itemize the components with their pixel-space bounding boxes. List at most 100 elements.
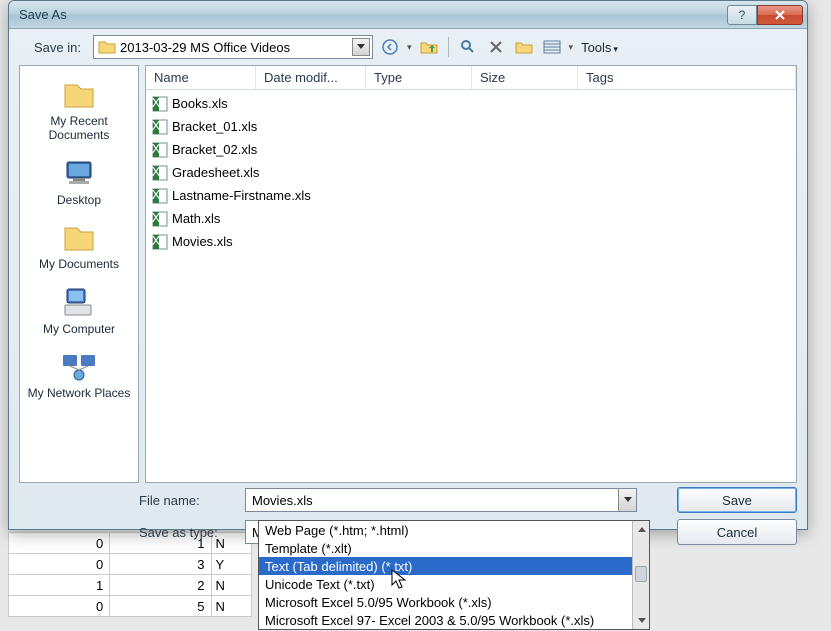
place-my-network-places[interactable]: My Network Places xyxy=(20,344,138,404)
tools-menu[interactable]: Tools▾ xyxy=(579,40,620,55)
cell[interactable]: Y xyxy=(211,554,252,575)
cancel-button[interactable]: Cancel xyxy=(677,519,797,545)
place-my-computer[interactable]: My Computer xyxy=(20,280,138,340)
column-headers: Name Date modif... Type Size Tags xyxy=(146,66,796,90)
column-type[interactable]: Type xyxy=(366,66,472,89)
column-date[interactable]: Date modif... xyxy=(256,66,366,89)
file-row[interactable]: X Bracket_01.xls xyxy=(146,115,796,138)
place-icon xyxy=(59,155,99,191)
scroll-up-button[interactable] xyxy=(633,521,650,538)
scrollbar-thumb[interactable] xyxy=(635,566,647,582)
chevron-down-icon xyxy=(357,44,365,50)
xls-file-icon: X xyxy=(152,211,168,227)
place-icon xyxy=(59,76,99,112)
close-icon xyxy=(774,9,786,21)
folder-icon xyxy=(98,39,116,55)
place-icon xyxy=(59,219,99,255)
listbox-scrollbar[interactable] xyxy=(632,521,649,629)
type-option[interactable]: Text (Tab delimited) (*.txt) xyxy=(259,557,649,575)
type-option[interactable]: Unicode Text (*.txt) xyxy=(259,575,649,593)
toolbar: Save in: 2013-03-29 MS Office Videos ▾ xyxy=(9,29,807,65)
delete-button[interactable] xyxy=(485,36,507,58)
file-row[interactable]: X Books.xls xyxy=(146,92,796,115)
xls-file-icon: X xyxy=(152,119,168,135)
places-sidebar: My Recent Documents Desktop My Documents My… xyxy=(19,65,139,483)
back-button[interactable] xyxy=(379,36,401,58)
file-row[interactable]: X Movies.xls xyxy=(146,230,796,253)
file-name: Lastname-Firstname.xls xyxy=(172,188,311,203)
file-row[interactable]: XMath.xls xyxy=(146,207,796,230)
file-name: Movies.xls xyxy=(172,234,233,249)
svg-text:X: X xyxy=(152,165,161,179)
place-my-documents[interactable]: My Documents xyxy=(20,215,138,275)
column-tags[interactable]: Tags xyxy=(578,66,796,89)
filename-input[interactable] xyxy=(245,488,637,512)
place-icon xyxy=(59,348,99,384)
xls-file-icon: X xyxy=(152,165,168,181)
back-icon xyxy=(382,39,398,55)
new-folder-icon xyxy=(515,39,533,55)
place-desktop[interactable]: Desktop xyxy=(20,151,138,211)
file-name: Bracket_01.xls xyxy=(172,119,257,134)
place-my-recent-documents[interactable]: My Recent Documents xyxy=(20,72,138,147)
folder-dropdown-button[interactable] xyxy=(352,38,370,56)
cell[interactable]: 1 xyxy=(9,575,110,596)
place-label: My Computer xyxy=(22,322,136,336)
svg-text:X: X xyxy=(152,188,161,202)
delete-icon xyxy=(489,40,503,54)
svg-text:X: X xyxy=(152,119,161,133)
svg-text:X: X xyxy=(152,211,161,225)
titlebar: Save As ? xyxy=(9,1,807,29)
save-as-type-listbox[interactable]: Web Page (*.htm; *.html)Template (*.xlt)… xyxy=(258,520,650,630)
file-row[interactable]: X Gradesheet.xls xyxy=(146,161,796,184)
views-button[interactable] xyxy=(541,36,563,58)
file-name: Gradesheet.xls xyxy=(172,165,259,180)
filename-label: File name: xyxy=(139,493,245,508)
place-label: Desktop xyxy=(22,193,136,207)
filename-dropdown-button[interactable] xyxy=(618,489,636,511)
file-row[interactable]: XBracket_02.xls xyxy=(146,138,796,161)
file-list[interactable]: X Books.xls X Bracket_01.xls XBracket_02.xls… xyxy=(146,90,796,482)
cell[interactable]: 0 xyxy=(9,554,110,575)
views-icon xyxy=(543,40,561,54)
search-button[interactable] xyxy=(457,36,479,58)
svg-text:X: X xyxy=(152,142,161,156)
folder-dropdown[interactable]: 2013-03-29 MS Office Videos xyxy=(93,35,373,59)
up-one-level-button[interactable] xyxy=(418,36,440,58)
cell[interactable]: N xyxy=(211,596,252,617)
cell[interactable]: 2 xyxy=(110,575,211,596)
column-size[interactable]: Size xyxy=(472,66,578,89)
xls-file-icon: X xyxy=(152,188,168,204)
cell[interactable]: 3 xyxy=(110,554,211,575)
place-label: My Network Places xyxy=(22,386,136,400)
search-icon xyxy=(460,39,476,55)
cell[interactable]: N xyxy=(211,575,252,596)
folder-up-icon xyxy=(420,39,438,55)
filename-field[interactable] xyxy=(246,493,618,508)
close-button[interactable] xyxy=(757,5,803,25)
type-option[interactable]: Web Page (*.htm; *.html) xyxy=(259,521,649,539)
place-icon xyxy=(59,284,99,320)
save-as-type-label: Save as type: xyxy=(139,525,245,540)
xls-file-icon: X xyxy=(152,96,168,112)
type-option[interactable]: Microsoft Excel 97- Excel 2003 & 5.0/95 … xyxy=(259,611,649,629)
type-option[interactable]: Microsoft Excel 5.0/95 Workbook (*.xls) xyxy=(259,593,649,611)
save-in-label: Save in: xyxy=(19,40,87,55)
save-button[interactable]: Save xyxy=(677,487,797,513)
xls-file-icon: X xyxy=(152,234,168,250)
window-title: Save As xyxy=(19,7,727,22)
cell[interactable]: 0 xyxy=(9,596,110,617)
new-folder-button[interactable] xyxy=(513,36,535,58)
file-row[interactable]: X Lastname-Firstname.xls xyxy=(146,184,796,207)
svg-text:X: X xyxy=(152,96,161,110)
help-button[interactable]: ? xyxy=(727,5,757,25)
type-option[interactable]: Template (*.xlt) xyxy=(259,539,649,557)
column-name[interactable]: Name xyxy=(146,66,256,89)
chevron-down-icon xyxy=(624,497,632,503)
folder-name: 2013-03-29 MS Office Videos xyxy=(120,40,348,55)
cell[interactable]: 5 xyxy=(110,596,211,617)
save-as-dialog: Save As ? Save in: 2013-03-29 MS Office … xyxy=(8,0,808,530)
scroll-down-button[interactable] xyxy=(633,612,650,629)
xls-file-icon: X xyxy=(152,142,168,158)
file-name: Books.xls xyxy=(172,96,228,111)
